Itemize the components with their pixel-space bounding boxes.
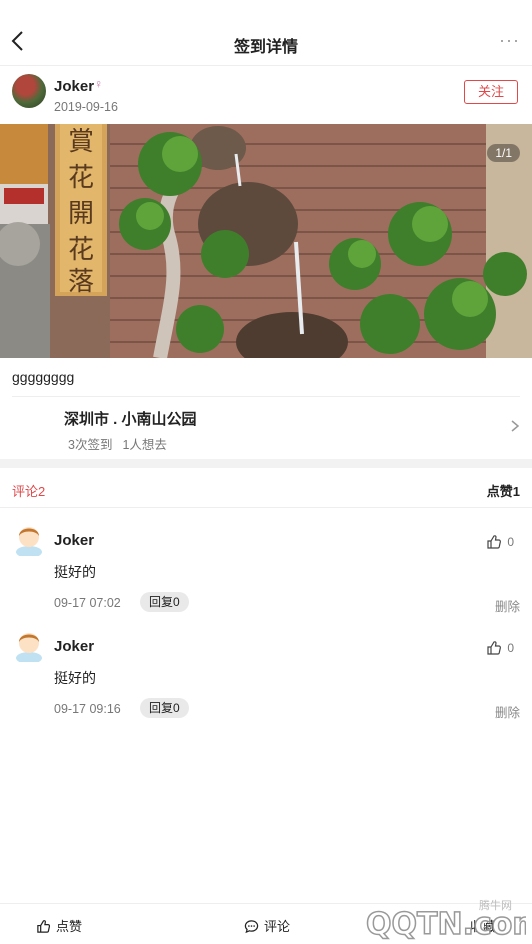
commenter-name[interactable]: Joker	[54, 532, 94, 549]
comment-action-label: 评论	[264, 919, 291, 934]
follow-button[interactable]: 关注	[464, 80, 518, 104]
place-stats: 3次签到 1人想去	[68, 434, 167, 453]
like-count: 0	[507, 641, 514, 655]
section-gap	[0, 459, 532, 468]
user-avatar-icon[interactable]	[14, 628, 44, 662]
thumbs-up-icon[interactable]	[486, 534, 502, 550]
chevron-right-icon	[511, 420, 520, 432]
page-title: 签到详情	[233, 39, 298, 56]
svg-text:開: 開	[68, 199, 94, 229]
comment-time: 09-17 07:02	[54, 596, 121, 610]
commenter-name[interactable]: Joker	[54, 638, 94, 655]
comment-item: Joker 0 挺好的 09-17 07:02 回复0 删除	[0, 508, 532, 614]
like-count: 0	[507, 535, 514, 549]
comment-text: 挺好的	[54, 564, 96, 580]
comment-text: 挺好的	[54, 670, 96, 686]
comment-bubble-icon	[244, 920, 259, 934]
post-photo[interactable]: 賞花開 花落 1/1	[0, 124, 532, 358]
gender-female-icon: ♀	[94, 77, 103, 91]
watermark-small-text: 腾牛网	[479, 900, 512, 912]
delete-button[interactable]: 删除	[495, 596, 520, 615]
want-count: 1人想去	[122, 438, 167, 452]
comment-time: 09-17 09:16	[54, 702, 121, 716]
photo-illustration: 賞花開 花落	[0, 124, 532, 358]
reply-button[interactable]: 回复0	[140, 698, 189, 718]
place-name: 深圳市 . 小南山公园	[64, 411, 197, 428]
delete-button[interactable]: 删除	[495, 702, 520, 721]
author-avatar[interactable]	[12, 74, 46, 108]
svg-text:賞: 賞	[68, 127, 94, 157]
thumbs-up-icon[interactable]	[486, 640, 502, 656]
tab-comments[interactable]: 评论2	[12, 481, 45, 500]
reply-button[interactable]: 回复0	[140, 592, 189, 612]
user-avatar-icon[interactable]	[14, 522, 44, 556]
comment-item: Joker 0 挺好的 09-17 09:16 回复0 删除	[0, 614, 532, 720]
place-row[interactable]: 深圳市 . 小南山公园 3次签到 1人想去	[0, 397, 532, 459]
like-action-label: 点赞	[56, 919, 83, 934]
svg-text:落: 落	[68, 267, 94, 297]
thumbs-up-icon	[37, 920, 51, 933]
svg-text:花: 花	[68, 235, 94, 265]
like-action-button[interactable]: 点赞	[36, 916, 82, 935]
tab-likes[interactable]: 点赞1	[487, 481, 520, 500]
comments-header: 评论2 点赞1	[0, 468, 532, 508]
post-date: 2019-09-16	[54, 100, 118, 114]
comment-action-button[interactable]: 评论	[244, 916, 290, 935]
photo-counter: 1/1	[487, 144, 520, 162]
checkin-count: 3次签到	[68, 438, 113, 452]
more-options-icon[interactable]: ···	[499, 30, 520, 51]
top-nav-bar: 签到详情 ···	[0, 0, 532, 66]
author-name[interactable]: Joker	[54, 78, 94, 95]
watermark-logo: 腾牛网 QQTN.com	[346, 888, 532, 944]
svg-text:花: 花	[68, 163, 94, 193]
post-text: gggggggg	[12, 369, 75, 385]
author-row: Joker ♀ 2019-09-16 关注	[0, 66, 532, 124]
